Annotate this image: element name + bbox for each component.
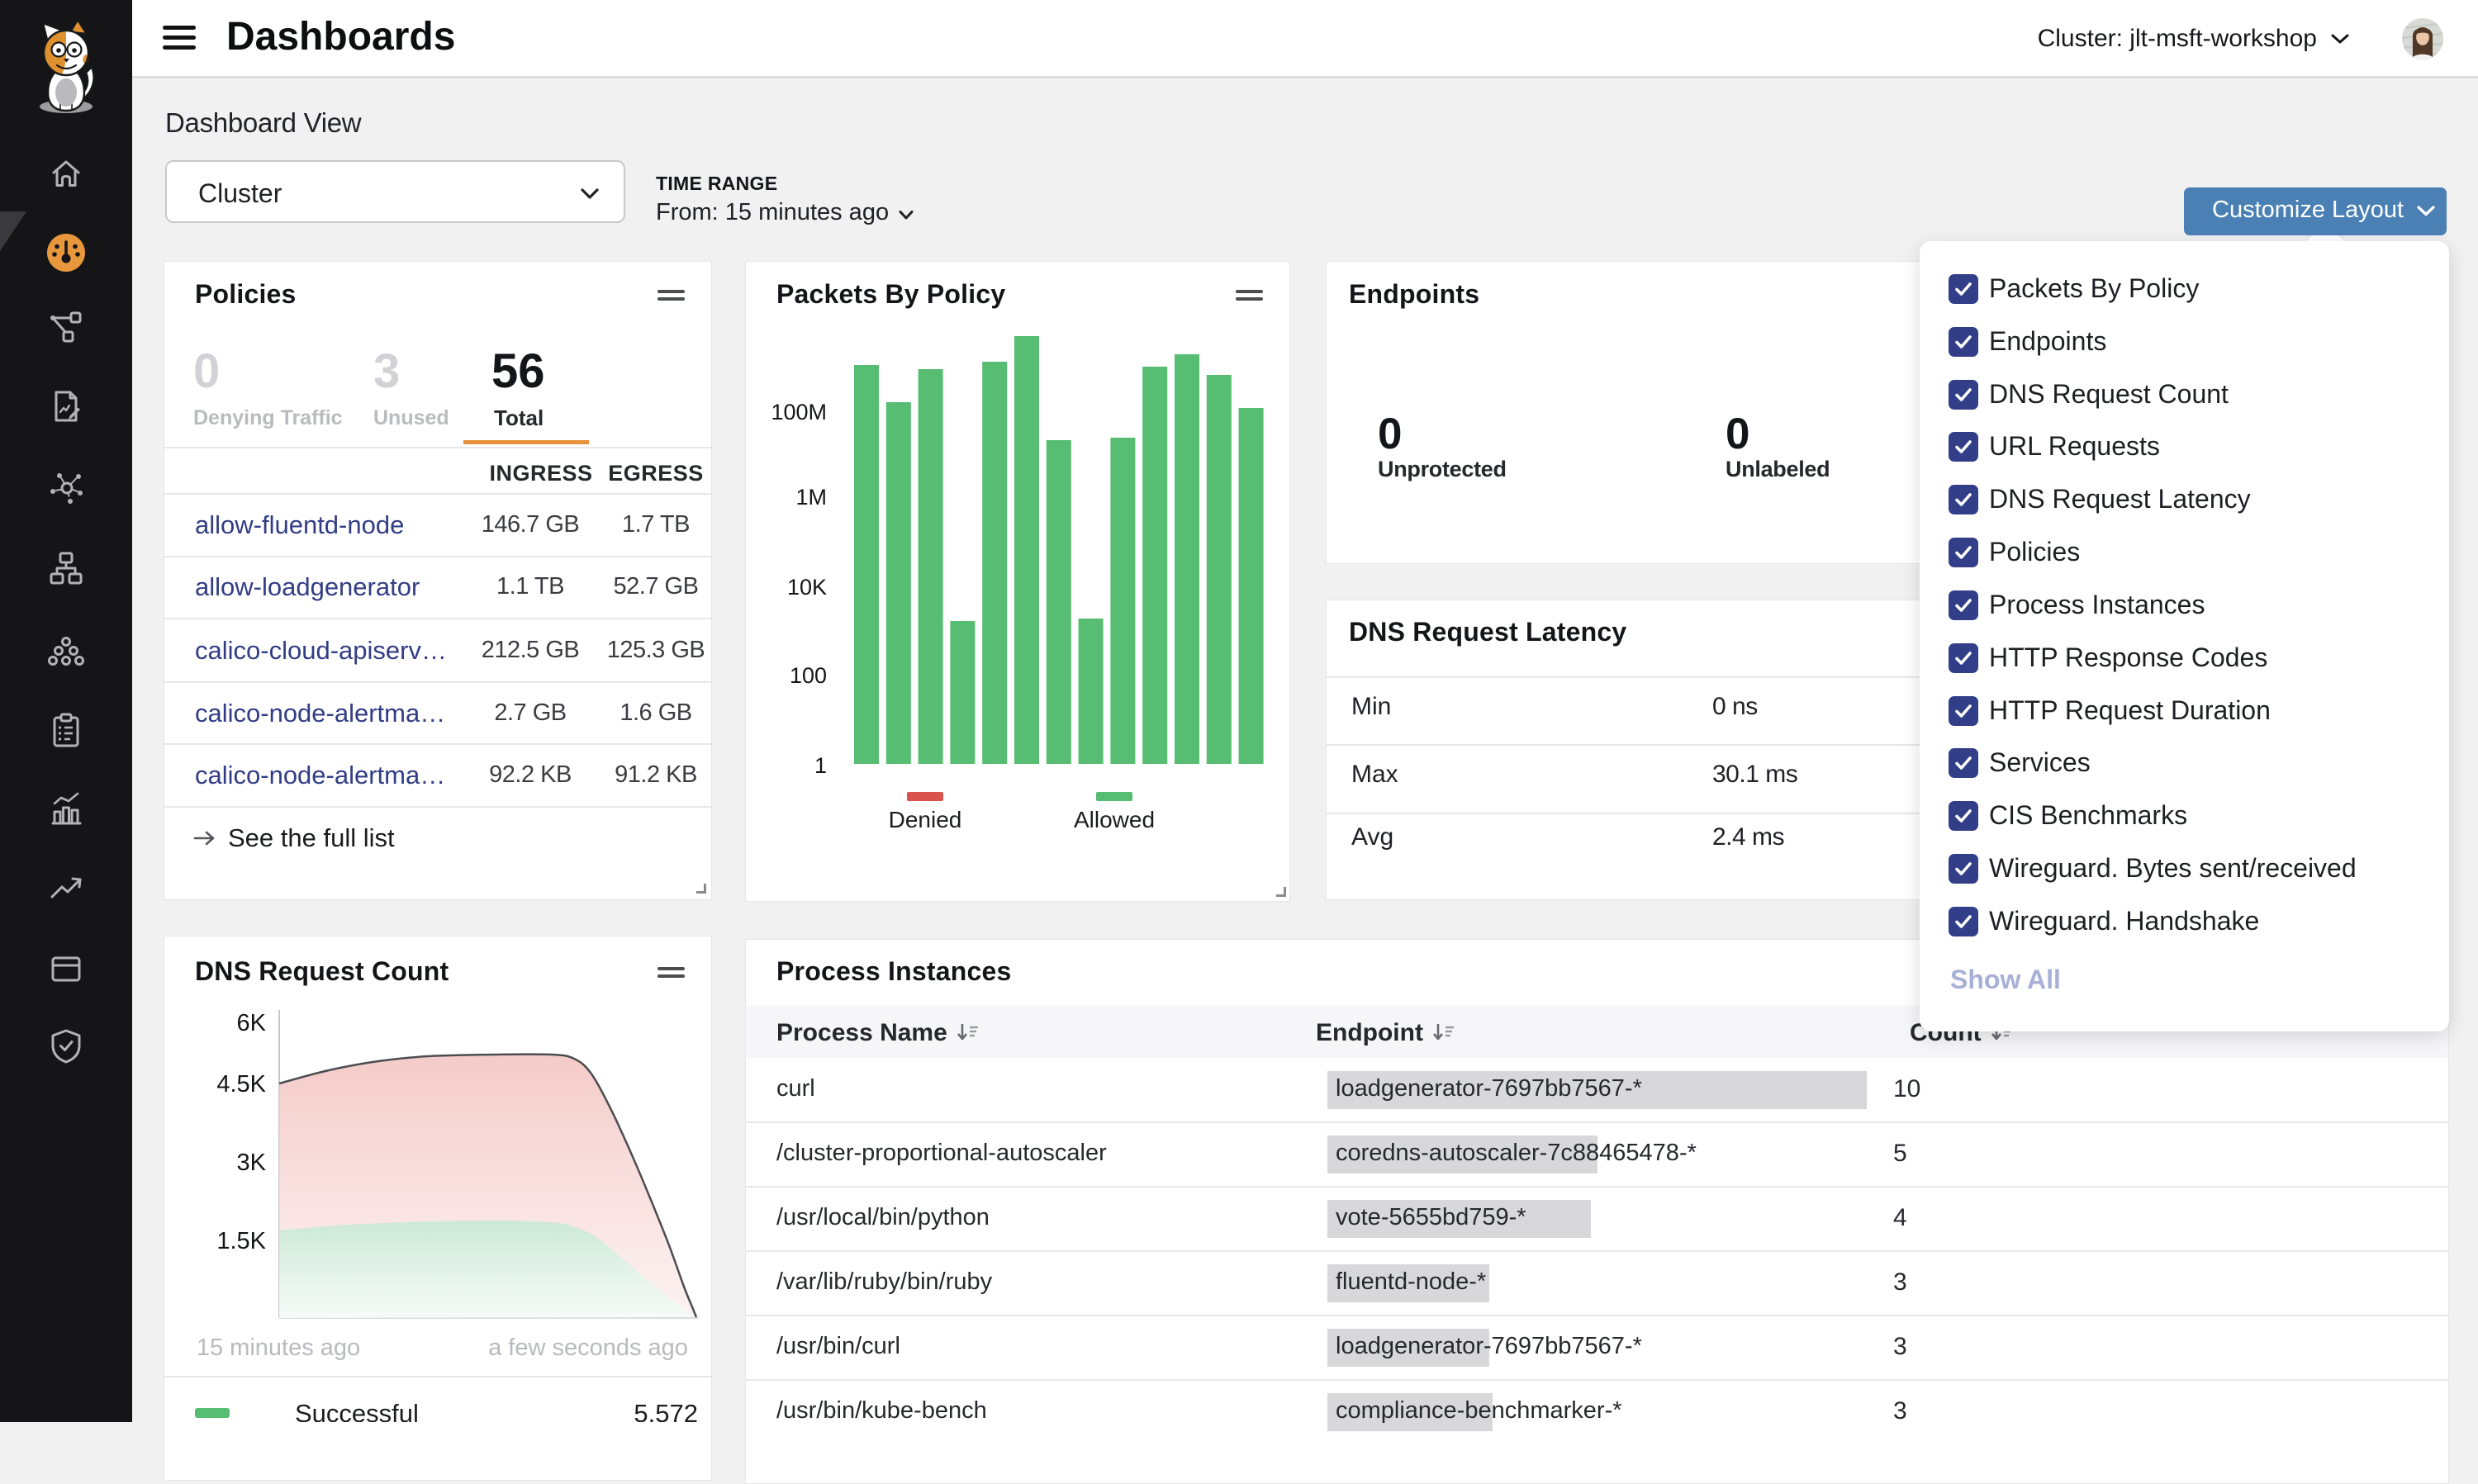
- svg-text:1: 1: [814, 753, 827, 778]
- svg-text:3K: 3K: [237, 1150, 267, 1176]
- svg-text:Denied: Denied: [889, 807, 962, 832]
- svg-text:Allowed: Allowed: [1074, 807, 1155, 832]
- svg-text:6K: 6K: [237, 1010, 267, 1036]
- svg-text:100: 100: [790, 663, 827, 688]
- svg-text:4.5K: 4.5K: [216, 1071, 266, 1098]
- svg-text:a few seconds ago: a few seconds ago: [488, 1335, 688, 1361]
- svg-text:100M: 100M: [771, 400, 827, 424]
- svg-text:15 minutes ago: 15 minutes ago: [197, 1335, 360, 1361]
- svg-text:5,572: 5,572: [634, 1399, 698, 1422]
- svg-text:Successful: Successful: [295, 1399, 419, 1422]
- svg-text:1M: 1M: [795, 485, 827, 510]
- svg-text:10K: 10K: [787, 575, 827, 600]
- svg-text:1.5K: 1.5K: [216, 1228, 266, 1254]
